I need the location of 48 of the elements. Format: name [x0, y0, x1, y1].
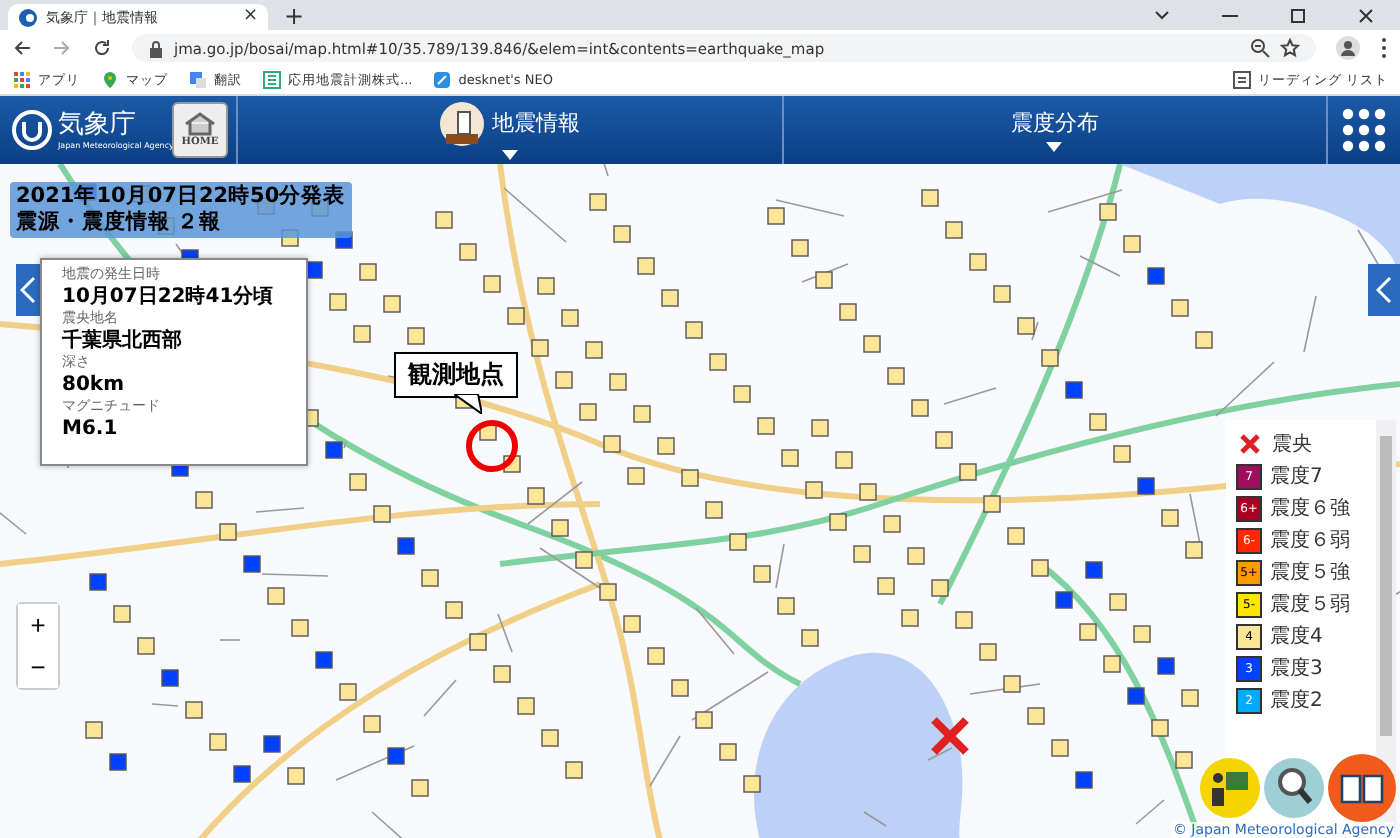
- lock-icon: [148, 39, 164, 57]
- legend-label: 震度６強: [1270, 495, 1350, 522]
- epicenter-icon: [928, 714, 972, 758]
- magnifier-icon[interactable]: [1264, 758, 1324, 818]
- circle-marker-icon: [464, 418, 520, 474]
- legend-label: 震度５弱: [1270, 591, 1350, 618]
- list-icon: [1231, 70, 1252, 90]
- epicenter-icon: [1236, 432, 1264, 456]
- new-tab-button[interactable]: +: [284, 4, 305, 30]
- star-icon[interactable]: [1280, 38, 1300, 58]
- info-value: M6.1: [62, 416, 120, 442]
- info-value: 80km: [62, 372, 126, 398]
- reload-icon[interactable]: [92, 38, 112, 58]
- chevron-down-icon: [1152, 5, 1172, 25]
- building-icon: [439, 101, 484, 145]
- logo-icon: [12, 110, 52, 150]
- maximize-icon[interactable]: [1288, 5, 1308, 25]
- legend-label: 震度4: [1270, 623, 1323, 650]
- info-value: 千葉県北西部: [62, 328, 184, 354]
- zoom-icon[interactable]: [1250, 38, 1270, 58]
- close-icon[interactable]: [1356, 5, 1376, 25]
- profile-icon[interactable]: [1336, 36, 1360, 60]
- callout-pointer-icon: [454, 394, 482, 414]
- legend-label: 震央: [1272, 431, 1312, 458]
- collapse-tab[interactable]: [16, 264, 40, 316]
- logo-name: 気象庁: [58, 109, 138, 139]
- caret-icon: [501, 149, 518, 159]
- house-icon: [184, 112, 216, 136]
- help-person-icon[interactable]: [1200, 758, 1260, 818]
- legend-label: 震度６弱: [1270, 527, 1350, 554]
- info-value: 10月07日22時41分頃: [62, 284, 276, 310]
- apps-grid-icon: [12, 70, 32, 90]
- scroll-thumb[interactable]: [1380, 436, 1392, 736]
- back-icon[interactable]: [12, 38, 32, 58]
- bulletin-title: 震源・震度情報 ２報: [16, 210, 224, 236]
- expand-tab[interactable]: [1368, 264, 1400, 316]
- book-info-icon[interactable]: [1328, 754, 1396, 822]
- issued-time: 2021年10月07日22時50分発表: [16, 184, 346, 209]
- more-icon[interactable]: [1380, 36, 1388, 60]
- chevron-left-icon: [1376, 276, 1392, 304]
- close-tab-button[interactable]: ×: [242, 8, 258, 26]
- legend-label: 震度7: [1270, 463, 1323, 490]
- legend-label: 震度3: [1270, 655, 1323, 682]
- map-pin-icon: [100, 70, 120, 90]
- legend-label: 震度2: [1270, 687, 1323, 714]
- legend-label: 震度５強: [1270, 559, 1350, 586]
- chevron-left-icon: [20, 276, 36, 304]
- caret-icon: [1046, 142, 1063, 152]
